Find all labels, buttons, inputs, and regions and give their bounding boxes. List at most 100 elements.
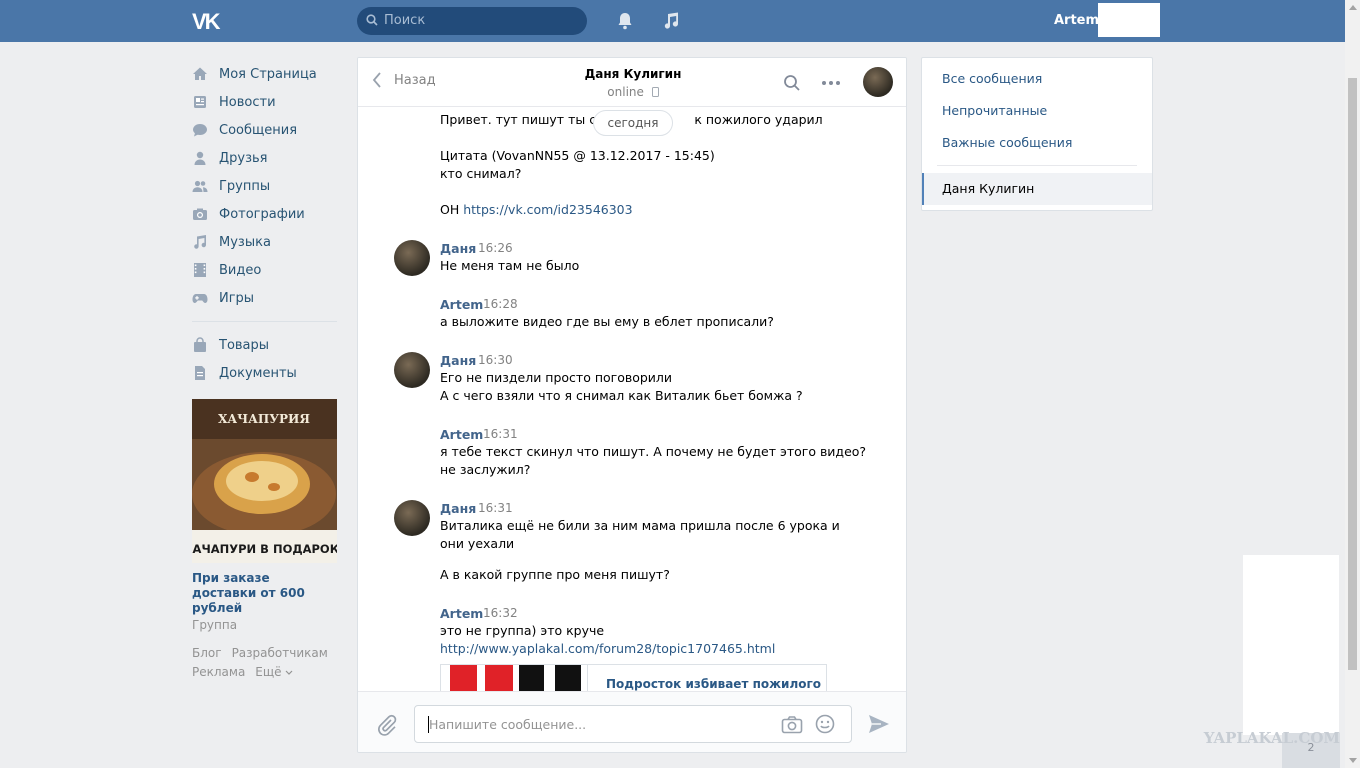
nav-label: Новости (219, 94, 276, 110)
message-text-part: Привет. тут пишут ты сни (440, 112, 613, 127)
message-author[interactable]: Даня (440, 353, 476, 368)
vk-logo[interactable]: VK (192, 9, 226, 34)
menu-divider (937, 165, 1137, 166)
nav-label: Моя Страница (219, 66, 317, 82)
nav-label: Группы (219, 178, 271, 194)
message-text: Его не пиздели просто поговорили (440, 370, 673, 385)
footer-links: Блог Разработчикам Реклама Ещё (192, 644, 342, 682)
active-conversation[interactable]: Даня Кулигин (922, 173, 1152, 205)
user-avatar-placeholder[interactable] (1098, 3, 1160, 37)
message-time[interactable]: 16:30 (478, 353, 513, 367)
message-text: они уехали (440, 536, 515, 551)
message-link[interactable]: https://vk.com/id23546303 (463, 202, 632, 217)
chat-title[interactable]: Даня Кулигин (358, 67, 906, 81)
chat-avatar[interactable] (863, 67, 893, 97)
emoji-icon[interactable] (815, 714, 835, 734)
nav-groups[interactable]: Группы (192, 172, 342, 200)
paperclip-icon[interactable] (376, 714, 398, 736)
footer-link-developers[interactable]: Разработчикам (232, 644, 328, 663)
more-options-icon[interactable] (821, 80, 841, 86)
blank-overlay (1243, 555, 1339, 735)
nav-video[interactable]: Видео (192, 256, 342, 284)
page-scrollbar[interactable] (1345, 0, 1360, 768)
nav-news[interactable]: Новости (192, 88, 342, 116)
chat-status: online (358, 85, 906, 99)
nav-my-page[interactable]: Моя Страница (192, 60, 342, 88)
nav-label: Музыка (219, 234, 271, 250)
camera-attach-icon[interactable] (781, 715, 803, 735)
nav-friends[interactable]: Друзья (192, 144, 342, 172)
scroll-down-arrow-icon[interactable] (1349, 758, 1357, 763)
ad-subtitle: Группа (192, 618, 238, 632)
message-text: а выложите видео где вы ему в еблет проп… (440, 314, 774, 329)
nav-goods[interactable]: Товары (192, 331, 342, 359)
nav-documents[interactable]: Документы (192, 359, 342, 387)
message-text: не заслужил? (440, 462, 531, 477)
search-placeholder: Поиск (384, 13, 426, 28)
sidebar-ad[interactable]: ХАЧАПУРИЯ ХАЧАПУРИ В ПОДАРОК! При заказе… (192, 399, 337, 632)
message-time[interactable]: 16:26 (478, 241, 513, 255)
top-bar: VK Поиск Artem (0, 0, 1345, 42)
nav-label: Видео (219, 262, 262, 278)
user-name[interactable]: Artem (1054, 13, 1099, 28)
bag-icon (194, 337, 206, 352)
message-list[interactable]: Привет. тут пишут ты сни к пожилого удари… (358, 107, 906, 691)
message-input[interactable]: Напишите сообщение... (414, 705, 852, 743)
link-preview-card[interactable]: Подросток избивает пожилого (440, 664, 827, 691)
scrollbar-thumb[interactable] (1348, 78, 1357, 670)
composer: Напишите сообщение... (358, 691, 906, 752)
message-time[interactable]: 16:31 (478, 501, 513, 515)
chat-search-icon[interactable] (783, 74, 801, 92)
status-text: online (607, 85, 644, 99)
message-time[interactable]: 16:32 (483, 606, 518, 620)
message-text: я тебе текст скинул что пишут. А почему … (440, 444, 867, 459)
message-time[interactable]: 16:28 (483, 297, 518, 311)
music-note-icon[interactable] (661, 11, 681, 31)
active-conversation-label: Даня Кулигин (942, 181, 1035, 196)
nav-games[interactable]: Игры (192, 284, 342, 312)
sender-avatar[interactable] (394, 500, 430, 536)
message-text: Не меня там не было (440, 258, 580, 273)
message-author[interactable]: Даня (440, 241, 476, 256)
document-icon (195, 366, 205, 380)
message-author[interactable]: Artem (440, 606, 483, 621)
nav-label: Товары (219, 337, 270, 353)
ad-title[interactable]: При заказе доставки от 600 рублей (192, 571, 337, 616)
chat-header: Назад Даня Кулигин online (358, 58, 906, 107)
bell-icon[interactable] (615, 11, 635, 31)
preview-thumbnail (450, 665, 581, 691)
sender-avatar[interactable] (394, 352, 430, 388)
left-nav: Моя Страница Новости Сообщения Друзья Гр… (192, 60, 342, 387)
nav-photos[interactable]: Фотографии (192, 200, 342, 228)
nav-music[interactable]: Музыка (192, 228, 342, 256)
friends-icon (194, 151, 206, 165)
sender-avatar[interactable] (394, 240, 430, 276)
nav-messages[interactable]: Сообщения (192, 116, 342, 144)
ad-image[interactable]: ХАЧАПУРИЯ ХАЧАПУРИ В ПОДАРОК! (192, 399, 337, 563)
message-author[interactable]: Artem (440, 427, 483, 442)
link-preview-image[interactable] (441, 665, 588, 691)
message-text: А с чего взяли что я снимал как Виталик … (440, 388, 803, 403)
message-text: кто снимал? (440, 166, 522, 181)
date-divider: сегодня (593, 110, 673, 136)
search-input[interactable]: Поиск (357, 7, 587, 35)
message-author[interactable]: Artem (440, 297, 483, 312)
message-time[interactable]: 16:31 (483, 427, 518, 441)
message-text: Виталика ещё не били за ним мама пришла … (440, 518, 840, 533)
filter-important[interactable]: Важные сообщения (942, 135, 1072, 150)
khachapuri-image: ХАЧАПУРИЯ ХАЧАПУРИ В ПОДАРОК! (192, 399, 337, 563)
chat-panel: Назад Даня Кулигин online сегодня Привет… (357, 57, 907, 753)
filter-all-messages[interactable]: Все сообщения (942, 71, 1042, 86)
message-filter-menu: Все сообщения Непрочитанные Важные сообщ… (921, 57, 1153, 211)
footer-link-more[interactable]: Ещё (255, 663, 293, 682)
send-icon[interactable] (868, 714, 890, 734)
footer-link-ads[interactable]: Реклама (192, 663, 245, 682)
message-author[interactable]: Даня (440, 501, 476, 516)
gamepad-icon (192, 294, 208, 303)
filter-unread[interactable]: Непрочитанные (942, 103, 1047, 118)
link-preview-title[interactable]: Подросток избивает пожилого (606, 677, 821, 691)
scroll-up-arrow-icon[interactable] (1349, 5, 1357, 10)
message-link[interactable]: http://www.yaplakal.com/forum28/topic170… (440, 640, 775, 658)
nav-label: Игры (219, 290, 255, 306)
footer-link-blog[interactable]: Блог (192, 644, 222, 663)
